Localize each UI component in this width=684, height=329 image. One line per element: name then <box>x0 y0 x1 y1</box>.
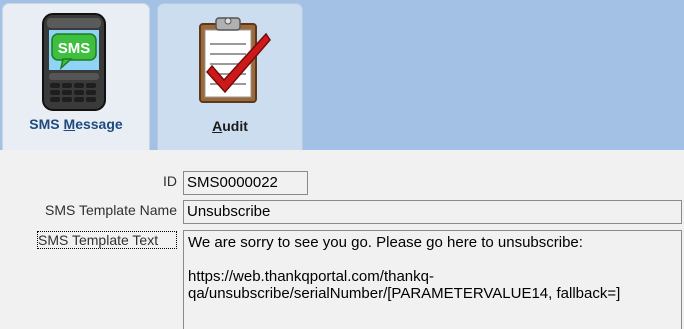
id-field[interactable]: SMS0000022 <box>183 171 308 195</box>
tab-audit[interactable]: Audit <box>157 3 303 150</box>
sms-phone-icon: SMS <box>41 12 107 117</box>
tab-sms-message[interactable]: SMS SMS Message <box>2 3 150 154</box>
sms-form: ID SMS0000022 SMS Template Name Unsubscr… <box>0 150 684 329</box>
tab-audit-label: Audit <box>212 118 248 134</box>
sms-template-text-area[interactable]: We are sorry to see you go. Please go he… <box>183 230 682 329</box>
svg-text:SMS: SMS <box>58 40 91 57</box>
sms-template-text-label: SMS Template Text <box>37 231 177 249</box>
sms-template-name-field[interactable]: Unsubscribe <box>183 200 682 224</box>
tab-sms-message-label: SMS Message <box>29 116 123 132</box>
id-label: ID <box>163 173 177 189</box>
sms-template-name-label: SMS Template Name <box>44 202 177 218</box>
clipboard-check-icon <box>190 14 274 117</box>
